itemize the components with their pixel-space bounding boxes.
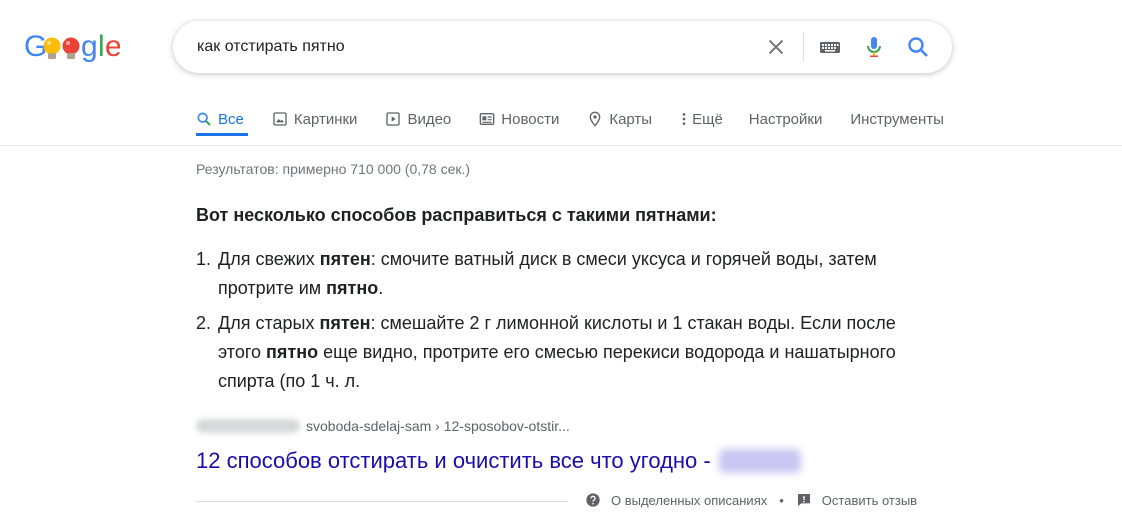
tab-maps[interactable]: Карты (587, 109, 652, 129)
bulb-icon (62, 37, 80, 59)
separator-dot: • (779, 492, 784, 508)
search-divider (803, 32, 804, 62)
tab-news[interactable]: Новости (479, 109, 559, 129)
tab-label: Все (218, 110, 244, 128)
list-number: 1. (196, 249, 212, 269)
list-item: 1. Для свежих пятен: смочите ватный диск… (196, 245, 916, 303)
tab-images[interactable]: Картинки (272, 109, 358, 129)
svg-text:e: e (105, 30, 120, 63)
tab-label: Видео (407, 110, 452, 128)
footer-divider (196, 501, 568, 502)
tab-all[interactable]: Все (196, 109, 244, 129)
about-snippets-link[interactable]: О выделенных описаниях (585, 492, 767, 508)
help-icon (586, 493, 600, 507)
tab-video[interactable]: Видео (385, 109, 451, 129)
search-box[interactable]: как отстирать пятно (173, 21, 952, 73)
list-number: 2. (196, 313, 212, 333)
list-item: 2. Для старых пятен: смешайте 2 г лимонн… (196, 309, 916, 396)
search-icon (196, 111, 212, 127)
tab-label: Инструменты (850, 110, 944, 128)
feedback-link[interactable]: Оставить отзыв (796, 492, 917, 508)
feedback-label: Оставить отзыв (821, 492, 918, 508)
clear-icon[interactable] (765, 36, 787, 58)
result-title-link[interactable]: 12 способов отстирать и очистить все что… (196, 448, 801, 474)
play-icon (385, 111, 401, 127)
keyboard-icon[interactable] (818, 35, 842, 59)
search-input[interactable]: как отстирать пятно (197, 38, 765, 56)
newspaper-icon (479, 111, 495, 127)
active-tab-indicator (196, 133, 248, 136)
image-icon (272, 111, 288, 127)
blurred-domain (196, 419, 300, 433)
svg-text:l: l (98, 30, 105, 63)
featured-snippet-list: 1. Для свежих пятен: смочите ватный диск… (196, 245, 916, 402)
pin-icon (587, 111, 603, 127)
tab-label: Ещё (692, 110, 723, 128)
microphone-icon[interactable] (862, 35, 886, 59)
header-divider (0, 145, 1122, 146)
tab-label: Новости (501, 110, 560, 128)
svg-text:g: g (81, 30, 98, 63)
feedback-icon (797, 494, 810, 506)
blurred-brand (718, 449, 801, 473)
list-text: Для старых пятен: смешайте 2 г лимонной … (218, 313, 896, 391)
tab-label: Картинки (293, 110, 358, 128)
snippet-footer: О выделенных описаниях • Оставить отзыв (585, 492, 917, 508)
more-vert-icon (680, 111, 688, 127)
featured-snippet-title: Вот несколько способов расправиться с та… (196, 205, 717, 225)
tab-settings[interactable]: Настройки (749, 109, 823, 129)
result-stats: Результатов: примерно 710 000 (0,78 сек.… (196, 161, 471, 177)
tab-label: Настройки (748, 110, 823, 128)
search-icon[interactable] (906, 35, 930, 59)
tab-more[interactable]: Ещё (680, 109, 723, 129)
tab-tools[interactable]: Инструменты (850, 109, 944, 129)
list-text: Для свежих пятен: смочите ватный диск в … (218, 249, 877, 298)
result-cite: svoboda-sdelaj-sam › 12-sposobov-otstir.… (196, 418, 570, 434)
about-snippets-label: О выделенных описаниях (611, 492, 768, 508)
google-logo[interactable]: G g l e (24, 28, 120, 66)
search-tabs: Все Картинки Видео Новости Карты Ещё Нас… (196, 109, 972, 135)
result-title-text: 12 способов отстирать и очистить все что… (196, 448, 711, 473)
cite-path: svoboda-sdelaj-sam › 12-sposobov-otstir.… (306, 418, 570, 434)
tab-label: Карты (609, 110, 653, 128)
